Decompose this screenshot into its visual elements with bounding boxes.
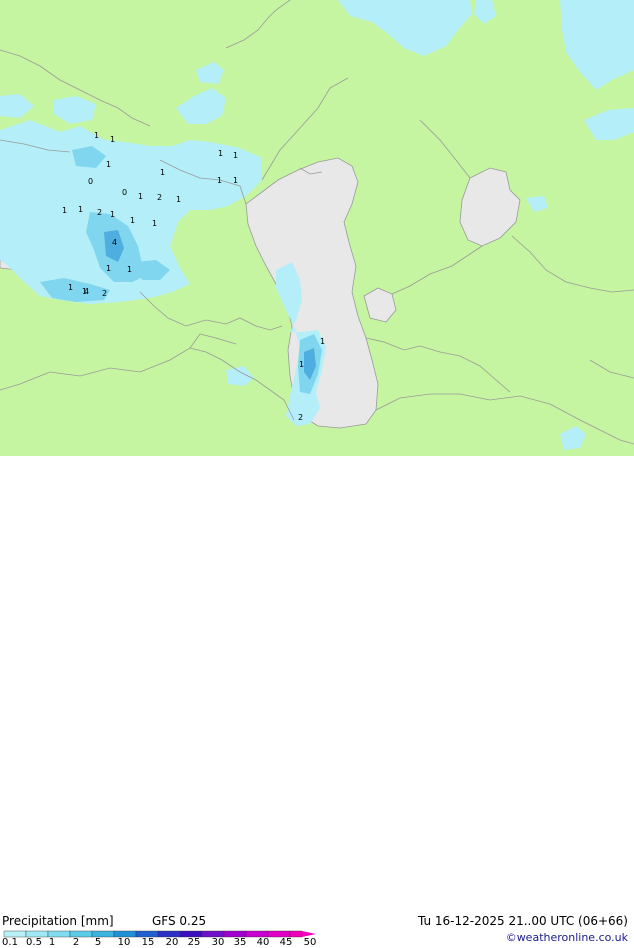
scale-tick-label: 0.5 bbox=[26, 937, 42, 948]
precip-value-label: 1 bbox=[138, 192, 144, 201]
credit-link[interactable]: ©weatheronline.co.uk bbox=[506, 931, 628, 944]
scale-tick-label: 15 bbox=[141, 937, 155, 948]
precip-value-label: 1 bbox=[176, 195, 182, 204]
scale-tick-label: 45 bbox=[279, 937, 293, 948]
map-title: Precipitation [mm] bbox=[2, 914, 114, 928]
valid-time: Tu 16-12-2025 21..00 UTC (06+66) bbox=[417, 914, 628, 928]
scale-tick-label: 10 bbox=[117, 937, 131, 948]
precip-value-label: 1 bbox=[320, 337, 326, 346]
color-scale-labels: 0.1 0.5 1 2 5 10 15 20 25 30 35 40 45 50 bbox=[0, 937, 330, 948]
precip-value-label: 1 bbox=[62, 206, 68, 215]
precip-value-label: 0 bbox=[88, 177, 94, 186]
scale-tick-label: 25 bbox=[187, 937, 201, 948]
precip-value-label: 1 bbox=[78, 205, 84, 214]
precip-value-label: 1 bbox=[130, 216, 136, 225]
garabogaz-bay bbox=[363, 287, 397, 323]
scale-tick-label: 30 bbox=[211, 937, 225, 948]
precip-value-label: 2 bbox=[298, 413, 304, 422]
precip-value-label: 1 bbox=[233, 151, 239, 160]
scale-tick-label: 35 bbox=[233, 937, 247, 948]
precip-value-label: 1 bbox=[106, 160, 112, 169]
precip-value-label: 1 bbox=[110, 210, 116, 219]
precip-value-label: 1 bbox=[152, 219, 158, 228]
scale-tick-label: 0.1 bbox=[2, 937, 18, 948]
precip-value-label: 1 bbox=[106, 264, 112, 273]
aral-sea bbox=[459, 167, 521, 247]
precip-value-label: 1 bbox=[110, 135, 116, 144]
scale-tick-label: 1 bbox=[48, 937, 56, 948]
scale-tick-label: 2 bbox=[72, 937, 80, 948]
map-canvas bbox=[0, 0, 634, 450]
precip-value-label: 2 bbox=[102, 289, 108, 298]
precip-value-label: 1 bbox=[218, 149, 224, 158]
scale-tick-label: 40 bbox=[256, 937, 270, 948]
precip-value-label: 4 bbox=[112, 238, 118, 247]
precip-value-label: 1 bbox=[160, 168, 166, 177]
scale-tick-label: 20 bbox=[165, 937, 179, 948]
precip-value-label: 1 bbox=[94, 131, 100, 140]
scale-tick-label: 5 bbox=[94, 937, 102, 948]
model-name: GFS 0.25 bbox=[152, 914, 207, 928]
scale-tick-label: 50 bbox=[303, 937, 317, 948]
precip-value-label: 1 bbox=[127, 265, 133, 274]
legend-bar: Precipitation [mm] GFS 0.25 Tu 16-12-202… bbox=[0, 456, 634, 948]
precip-value-label: 1 bbox=[68, 283, 74, 292]
precip-value-label: 1 bbox=[217, 176, 223, 185]
precip-value-label: 1 bbox=[299, 360, 305, 369]
precip-value-label: 1 bbox=[233, 176, 239, 185]
precip-value-label: 0 bbox=[122, 188, 128, 197]
precip-value-label: 4 bbox=[84, 287, 90, 296]
precip-value-label: 2 bbox=[97, 208, 103, 217]
precipitation-map: 11010112111121411114211111112 bbox=[0, 0, 634, 456]
precip-value-label: 2 bbox=[157, 193, 163, 202]
